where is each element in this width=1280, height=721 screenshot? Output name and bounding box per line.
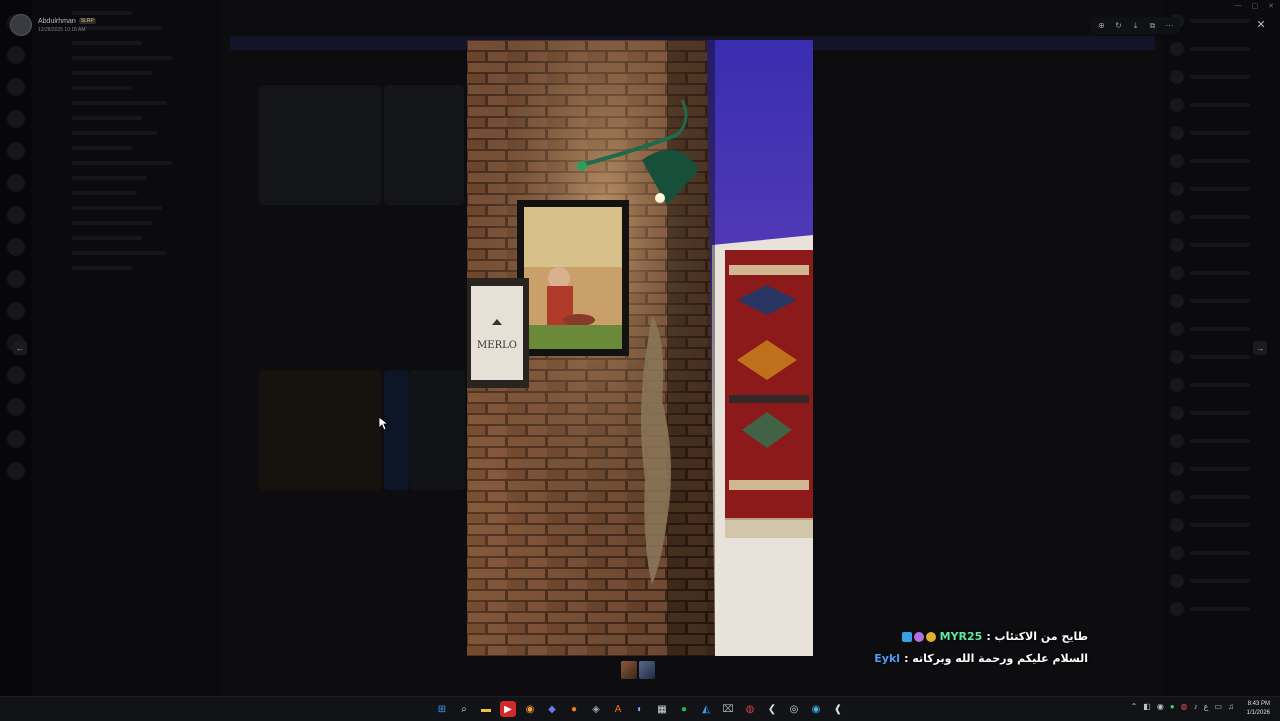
viewer-toolbar: ⊕ ↻ ⤓ ⧉ ⋯ (1091, 17, 1180, 34)
thumbnail-strip (621, 661, 655, 679)
tier-badge-icon (925, 631, 936, 642)
taskbar-apps: ⊞ ⌕ ▬ ▶ ◉ ◆ ● ◈ A ◐ ▦ ● ◭ ⌧ ◍ ❮ ◎ ◉ ❰ (434, 701, 846, 717)
taskbar-time: 8:43 PM (1247, 701, 1270, 707)
file-explorer-icon[interactable]: ▬ (478, 701, 494, 717)
taskbar-clock[interactable]: 8:43 PM 1/1/2026 (1247, 700, 1270, 718)
minimize-icon[interactable]: — (1235, 2, 1242, 10)
tray-app-icon[interactable]: ◉ (1157, 702, 1164, 711)
open-external-icon[interactable]: ⧉ (1145, 19, 1160, 32)
network-icon[interactable]: ▭ (1214, 702, 1222, 711)
browser-icon[interactable]: ● (566, 701, 582, 717)
app-icon[interactable]: ◍ (742, 701, 758, 717)
overlay-message-2: السلام عليكم ورحمة الله وبركاته : (904, 652, 1088, 665)
more-icon[interactable]: ⋯ (1162, 19, 1177, 32)
chat-image (410, 370, 465, 490)
thumbnail-1[interactable] (621, 661, 637, 679)
overlay-user-name: Eykl (874, 652, 901, 665)
zoom-in-icon[interactable]: ⊕ (1094, 19, 1109, 32)
pin-badge-icon (913, 631, 924, 642)
window-controls: — ▢ ✕ (1235, 2, 1275, 10)
overlay-icons (901, 631, 936, 642)
chrome-icon[interactable]: ◉ (522, 701, 538, 717)
sub-badge-icon (901, 631, 912, 642)
app-icon[interactable]: ◎ (786, 701, 802, 717)
app-icon[interactable]: ◐ (632, 701, 648, 717)
search-icon[interactable]: ⌕ (456, 701, 472, 717)
stream-overlay-line-1: MYR25 طايح من الاكتئاب : (901, 630, 1088, 643)
app-icon[interactable]: ⌧ (720, 701, 736, 717)
thumbnail-2[interactable] (639, 661, 655, 679)
spotify-icon[interactable]: ● (676, 701, 692, 717)
overlay-user-code: MYR25 (939, 630, 983, 643)
calculator-icon[interactable]: ▦ (654, 701, 670, 717)
app-a-icon[interactable]: A (610, 701, 626, 717)
uploader-info: Abdulrhman SLRP 12/28/2025 10:16 AM (10, 14, 96, 36)
server-tag-badge: SLRP (78, 18, 96, 24)
chat-image (384, 85, 464, 205)
overlay-message-1: طايح من الاكتئاب : (986, 630, 1088, 643)
download-icon[interactable]: ⤓ (1128, 19, 1143, 32)
taskbar-date: 1/1/2026 (1246, 710, 1270, 716)
merlo-sign-text: MERLO (477, 340, 517, 351)
language-icon[interactable]: ع (1204, 702, 1209, 711)
tray-app-icon[interactable]: ◧ (1143, 702, 1151, 711)
system-tray: ⌃ ◧ ◉ ● ◍ ♪ ع ▭ ♫ (1131, 702, 1234, 711)
uploader-name: Abdulrhman (38, 17, 76, 25)
upload-date: 12/28/2025 10:16 AM (38, 26, 86, 33)
steam-icon[interactable]: ◈ (588, 701, 604, 717)
app-icon[interactable]: ◉ (808, 701, 824, 717)
app-icon[interactable]: ❮ (764, 701, 780, 717)
media-app-icon[interactable]: ▶ (500, 701, 516, 717)
vscode-icon[interactable]: ◭ (698, 701, 714, 717)
tray-app-icon[interactable]: ◍ (1181, 702, 1188, 711)
next-image-button[interactable]: → (1253, 341, 1267, 355)
start-icon[interactable]: ⊞ (434, 701, 450, 717)
chat-image (259, 85, 381, 205)
discord-icon[interactable]: ◆ (544, 701, 560, 717)
tray-app-icon[interactable]: ● (1170, 702, 1175, 711)
close-viewer-button[interactable]: ✕ (1254, 17, 1268, 31)
maximize-icon[interactable]: ▢ (1252, 2, 1259, 10)
channel-list (32, 0, 222, 696)
rotate-icon[interactable]: ↻ (1111, 19, 1126, 32)
microphone-icon[interactable]: ♪ (1194, 702, 1198, 711)
tray-chevron-icon[interactable]: ⌃ (1131, 702, 1138, 711)
volume-icon[interactable]: ♫ (1228, 702, 1234, 711)
previous-image-button[interactable]: ← (13, 341, 27, 355)
avatar[interactable] (10, 14, 32, 36)
mouse-cursor-icon (379, 417, 389, 431)
stream-overlay-line-2: Eykl السلام عليكم ورحمة الله وبركاته : (874, 652, 1088, 665)
app-icon[interactable]: ❰ (830, 701, 846, 717)
window-close-icon[interactable]: ✕ (1268, 2, 1274, 10)
image-preview: MERLO (467, 40, 813, 656)
windows-taskbar: ⊞ ⌕ ▬ ▶ ◉ ◆ ● ◈ A ◐ ▦ ● ◭ ⌧ ◍ ❮ ◎ ◉ ❰ ⌃ … (0, 696, 1280, 721)
chat-image (259, 370, 381, 490)
